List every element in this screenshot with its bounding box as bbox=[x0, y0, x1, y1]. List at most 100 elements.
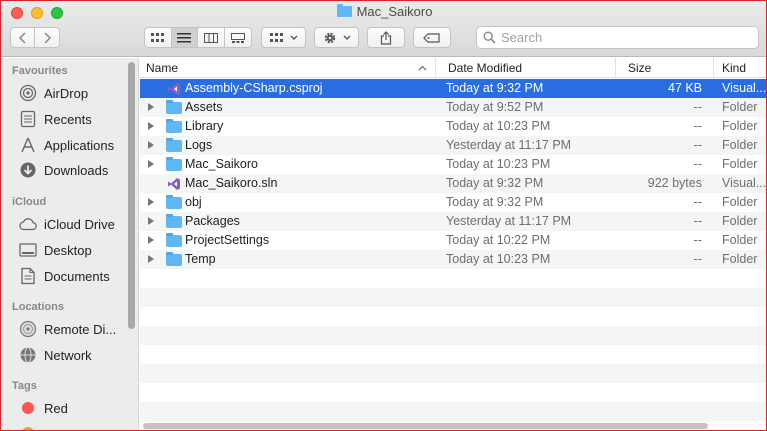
table-row[interactable]: Assembly-CSharp.csproj Today at 9:32 PM 47… bbox=[140, 79, 766, 98]
folder-icon bbox=[336, 4, 352, 17]
sidebar-item-remote-disc[interactable]: Remote Di... bbox=[18, 319, 116, 339]
tag-button[interactable] bbox=[413, 27, 451, 48]
file-date: Yesterday at 11:17 PM bbox=[446, 138, 572, 152]
group-grid-icon bbox=[269, 32, 283, 42]
search-placeholder: Search bbox=[501, 30, 543, 45]
file-size: -- bbox=[693, 214, 702, 228]
sidebar-scrollbar[interactable] bbox=[128, 62, 135, 329]
column-header-size[interactable]: Size bbox=[622, 58, 714, 78]
file-size: 922 bytes bbox=[647, 176, 702, 190]
search-field[interactable]: Search bbox=[476, 26, 759, 49]
empty-row bbox=[140, 383, 766, 402]
sidebar-item-desktop[interactable]: Desktop bbox=[18, 240, 92, 260]
empty-row bbox=[140, 345, 766, 364]
desktop-icon bbox=[18, 241, 38, 259]
file-kind: Folder bbox=[722, 252, 758, 266]
share-button[interactable] bbox=[367, 27, 405, 48]
action-button[interactable] bbox=[314, 27, 359, 48]
file-name: Mac_Saikoro bbox=[185, 157, 258, 171]
file-kind: Folder bbox=[722, 157, 758, 171]
disclosure-triangle-icon[interactable] bbox=[148, 198, 154, 206]
table-row[interactable]: Logs Yesterday at 11:17 PM -- Folder bbox=[140, 136, 766, 155]
column-header-kind[interactable]: Kind bbox=[716, 58, 766, 78]
sidebar-item-airdrop[interactable]: AirDrop bbox=[18, 83, 88, 103]
disclosure-triangle-icon[interactable] bbox=[148, 122, 154, 130]
table-row[interactable]: Assets Today at 9:52 PM -- Folder bbox=[140, 98, 766, 117]
sort-ascending-icon bbox=[418, 65, 427, 71]
sidebar-item-label: Applications bbox=[44, 137, 115, 153]
file-name: obj bbox=[185, 195, 202, 209]
sidebar-item-label: Remote Di... bbox=[44, 321, 117, 337]
window-title-text: Mac_Saikoro bbox=[356, 4, 433, 19]
file-date: Today at 10:23 PM bbox=[446, 157, 551, 171]
sidebar-item-tag-orange[interactable] bbox=[18, 423, 44, 430]
disclosure-triangle-icon[interactable] bbox=[148, 160, 154, 168]
chevron-down-icon bbox=[290, 35, 297, 40]
group-button[interactable] bbox=[261, 27, 306, 48]
column-header-date[interactable]: Date Modified bbox=[442, 58, 616, 78]
file-list: Name Date Modified Size Kind Assembly-CS… bbox=[140, 58, 766, 430]
table-row[interactable]: Temp Today at 10:23 PM -- Folder bbox=[140, 250, 766, 269]
sidebar-item-icloud-drive[interactable]: iCloud Drive bbox=[18, 214, 115, 234]
sidebar-heading-favourites: Favourites bbox=[12, 65, 68, 77]
disclosure-triangle-icon[interactable] bbox=[148, 236, 154, 244]
visual-studio-file-icon bbox=[166, 82, 182, 95]
table-row[interactable]: Mac_Saikoro.sln Today at 9:32 PM 922 bytes… bbox=[140, 174, 766, 193]
forward-button[interactable] bbox=[35, 28, 59, 47]
sidebar-item-label: Desktop bbox=[44, 242, 92, 258]
column-header-date-label: Date Modified bbox=[448, 61, 523, 75]
visual-studio-file-icon bbox=[166, 177, 182, 190]
sidebar-heading-locations: Locations bbox=[12, 301, 64, 313]
file-date: Today at 10:23 PM bbox=[446, 252, 551, 266]
sidebar-item-network[interactable]: Network bbox=[18, 345, 92, 365]
empty-row bbox=[140, 288, 766, 307]
column-view-button[interactable] bbox=[198, 28, 225, 47]
file-kind: Folder bbox=[722, 195, 758, 209]
icon-view-button[interactable] bbox=[145, 28, 172, 47]
file-size: -- bbox=[693, 157, 702, 171]
horizontal-scrollbar[interactable] bbox=[143, 423, 708, 429]
empty-row bbox=[140, 326, 766, 345]
sidebar-item-recents[interactable]: Recents bbox=[18, 109, 92, 129]
view-mode-control bbox=[144, 27, 252, 48]
gear-icon bbox=[324, 32, 335, 43]
sidebar-item-tag-red[interactable]: Red bbox=[18, 398, 68, 418]
list-view-button[interactable] bbox=[171, 28, 198, 47]
chevron-left-icon bbox=[18, 31, 26, 44]
folder-icon bbox=[166, 138, 182, 152]
documents-icon bbox=[18, 267, 38, 285]
sidebar-item-label: Downloads bbox=[44, 162, 109, 178]
disclosure-triangle-icon[interactable] bbox=[148, 255, 154, 263]
table-row[interactable]: Packages Yesterday at 11:17 PM -- Folder bbox=[140, 212, 766, 231]
table-row[interactable]: obj Today at 9:32 PM -- Folder bbox=[140, 193, 766, 212]
sidebar-item-label: iCloud Drive bbox=[44, 216, 115, 232]
column-header: Name Date Modified Size Kind bbox=[140, 58, 766, 78]
file-name: Logs bbox=[185, 138, 213, 152]
table-row[interactable]: Library Today at 10:23 PM -- Folder bbox=[140, 117, 766, 136]
sidebar-item-applications[interactable]: Applications bbox=[18, 135, 114, 155]
window-title: Mac_Saikoro bbox=[1, 4, 766, 19]
disclosure-triangle-icon[interactable] bbox=[148, 103, 154, 111]
sidebar-item-documents[interactable]: Documents bbox=[18, 266, 110, 286]
finder-window: Mac_Saikoro Search Favourites AirDrop Re… bbox=[0, 0, 767, 431]
sidebar-item-downloads[interactable]: Downloads bbox=[18, 160, 108, 180]
file-name: ProjectSettings bbox=[185, 233, 270, 247]
column-header-name[interactable]: Name bbox=[140, 58, 436, 78]
file-date: Today at 9:52 PM bbox=[446, 100, 544, 114]
disclosure-triangle-icon[interactable] bbox=[148, 217, 154, 225]
file-name: Temp bbox=[185, 252, 216, 266]
file-date: Today at 9:32 PM bbox=[446, 195, 544, 209]
red-tag-icon bbox=[18, 399, 38, 417]
column-header-size-label: Size bbox=[628, 61, 652, 75]
empty-row bbox=[140, 402, 766, 421]
disclosure-triangle-icon[interactable] bbox=[148, 141, 154, 149]
back-button[interactable] bbox=[11, 28, 36, 47]
gallery-view-button[interactable] bbox=[225, 28, 251, 47]
chevron-down-icon bbox=[343, 35, 350, 40]
sidebar-item-label: Documents bbox=[44, 268, 110, 284]
table-row[interactable]: Mac_Saikoro Today at 10:23 PM -- Folder bbox=[140, 155, 766, 174]
sidebar-heading-icloud: iCloud bbox=[12, 196, 47, 208]
file-size: -- bbox=[693, 233, 702, 247]
toolbar: Mac_Saikoro Search bbox=[1, 1, 766, 57]
table-row[interactable]: ProjectSettings Today at 10:22 PM -- Folder bbox=[140, 231, 766, 250]
